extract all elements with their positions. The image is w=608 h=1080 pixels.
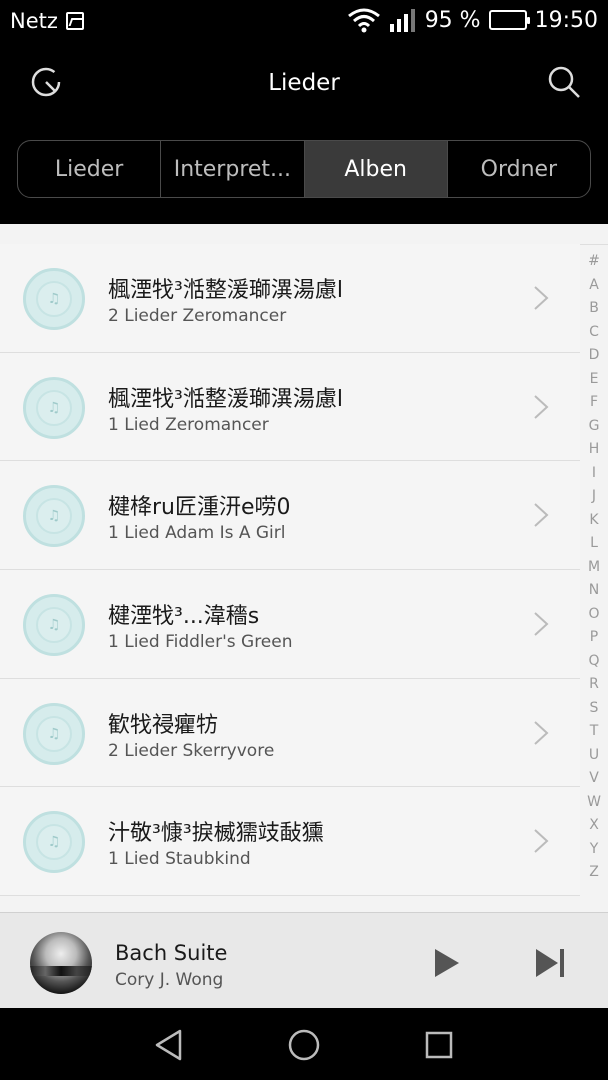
album-art-icon: ♫ [23, 485, 85, 548]
index-letter[interactable]: G [589, 415, 600, 439]
index-letter[interactable]: R [589, 673, 599, 697]
tab-lieder[interactable]: Lieder [18, 141, 162, 197]
index-letter[interactable]: V [589, 767, 599, 791]
tab-ordner[interactable]: Ordner [448, 141, 590, 197]
alphabet-index[interactable]: # A B C D E F G H I J K L M N O P Q R S … [580, 250, 608, 885]
now-playing-title: Bach Suite [115, 941, 228, 965]
index-letter[interactable]: P [590, 626, 598, 650]
index-letter[interactable]: A [589, 274, 599, 298]
album-title: 楓湮牫³湉整湲瑡潩湯慮l [108, 278, 343, 303]
index-letter[interactable]: T [590, 720, 599, 744]
album-subtitle: 1 Lied Staubkind [108, 849, 251, 870]
album-title: 楗湮牫³...湋穡s [108, 604, 260, 630]
chevron-right-icon [534, 503, 549, 528]
chevron-right-icon [534, 721, 549, 745]
index-letter[interactable]: O [588, 603, 599, 627]
chevron-right-icon [534, 286, 549, 310]
index-letter[interactable]: N [589, 579, 599, 603]
clock: 19:50 [534, 7, 598, 33]
chevron-right-icon [534, 394, 549, 419]
index-letter[interactable]: C [589, 321, 599, 345]
list-item[interactable]: ♫ 楓湮牫³湉整湲瑡潩湯慮l 2 Lieder Zeromancer [0, 244, 580, 353]
index-letter[interactable]: I [592, 462, 596, 486]
album-art-icon: ♫ [23, 268, 85, 330]
search-icon[interactable] [546, 64, 582, 100]
skip-next-icon[interactable] [534, 946, 566, 980]
recent-apps-icon[interactable] [424, 1030, 454, 1060]
album-list: ♫ 楓湮牫³湉整湲瑡潩湯慮l 2 Lieder Zeromancer ♫ 楓湮牫… [0, 244, 580, 897]
list-item[interactable]: ♫ 汁敬³慷³捩楲獳攱敮獯 1 Lied Staubkind [0, 787, 580, 897]
index-letter[interactable]: S [590, 697, 599, 721]
album-subtitle: 1 Lied Zeromancer [108, 414, 269, 435]
index-letter[interactable]: K [589, 509, 598, 533]
status-bar: Netz 95 % 19:50 [0, 0, 608, 44]
index-letter[interactable]: Q [588, 650, 599, 674]
album-subtitle: 1 Lied Adam Is A Girl [108, 523, 286, 544]
chevron-right-icon [534, 612, 549, 636]
back-icon[interactable] [152, 1028, 186, 1062]
tab-alben[interactable]: Alben [304, 141, 448, 197]
list-item[interactable]: ♫ 楗栙ru匠湩汧e唠0 1 Lied Adam Is A Girl [0, 461, 580, 571]
now-playing-artist: Cory J. Wong [115, 970, 224, 990]
tab-bar: Lieder Interpret... Alben Ordner [17, 140, 591, 198]
list-item[interactable]: ♫ 楗湮牫³...湋穡s 1 Lied Fiddler's Green [0, 570, 580, 679]
index-letter[interactable]: D [589, 344, 600, 368]
index-letter[interactable]: Z [589, 861, 599, 885]
system-nav-bar [0, 1008, 608, 1080]
album-cover[interactable] [30, 932, 92, 994]
index-letter[interactable]: # [588, 250, 600, 274]
album-subtitle: 2 Lieder Skerryvore [108, 740, 275, 761]
chevron-right-icon [534, 829, 549, 854]
index-letter[interactable]: W [587, 791, 601, 815]
album-title: 楓湮牫³湉整湲瑡潩湯慮l [108, 386, 343, 412]
album-title: 汁敬³慷³捩楲獳攱敮獯 [108, 821, 324, 847]
album-title: 楗栙ru匠湩汧e唠0 [108, 495, 291, 521]
album-art-icon: ♫ [23, 702, 85, 765]
index-letter[interactable]: Y [590, 838, 599, 862]
album-art-icon: ♫ [23, 594, 85, 657]
index-letter[interactable]: J [592, 485, 596, 509]
album-subtitle: 1 Lied Fiddler's Green [108, 632, 293, 653]
album-title: 歓牫祲癯牥 [108, 712, 219, 738]
index-letter[interactable]: E [590, 368, 599, 392]
index-letter[interactable]: H [589, 438, 600, 462]
home-icon[interactable] [287, 1028, 321, 1062]
index-letter[interactable]: F [590, 391, 598, 415]
index-letter[interactable]: X [589, 814, 599, 838]
list-item[interactable]: ♫ 歓牫祲癯牥 2 Lieder Skerryvore [0, 678, 580, 788]
list-item[interactable]: ♫ 楓湮牫³湉整湲瑡潩湯慮l 1 Lied Zeromancer [0, 352, 580, 462]
index-letter[interactable]: M [588, 556, 600, 580]
battery-icon [488, 10, 530, 30]
index-letter[interactable]: L [590, 532, 598, 556]
wifi-icon [347, 8, 380, 33]
image-notification-icon [65, 12, 84, 30]
index-letter[interactable]: U [589, 744, 599, 768]
signal-icon [389, 9, 415, 32]
page-title: Lieder [268, 70, 340, 96]
album-art-icon: ♫ [23, 811, 85, 874]
album-art-icon: ♫ [23, 376, 85, 439]
battery-percent: 95 % [424, 7, 481, 33]
app-bar: Lieder Lieder Interpret... Alben Ordner [0, 44, 608, 224]
album-subtitle: 2 Lieder Zeromancer [108, 306, 287, 326]
carrier-label: Netz [10, 9, 58, 33]
now-playing-bar[interactable]: Bach Suite Cory J. Wong [0, 912, 608, 1008]
play-icon[interactable] [432, 947, 462, 979]
tab-interpreten[interactable]: Interpret... [161, 141, 305, 197]
index-letter[interactable]: B [589, 297, 599, 321]
